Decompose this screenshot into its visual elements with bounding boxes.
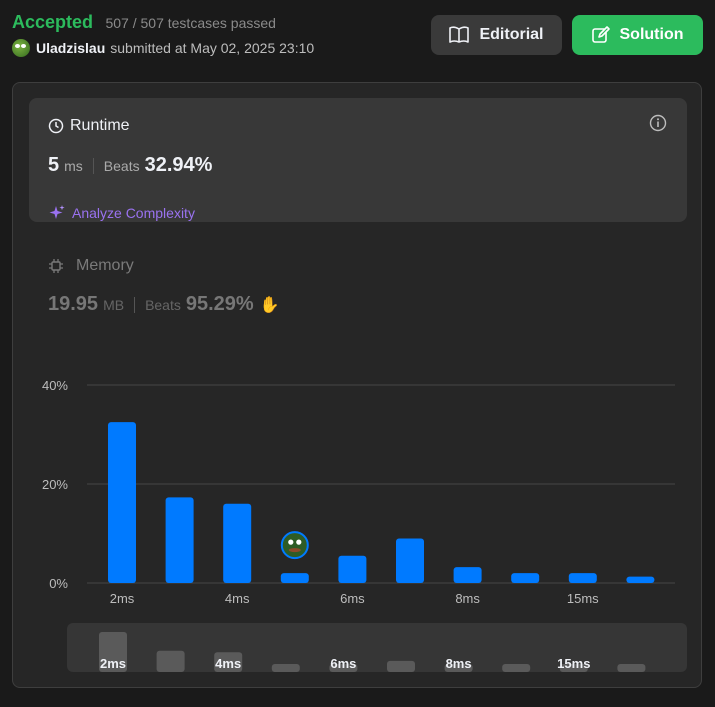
- chart-bar[interactable]: [338, 555, 367, 583]
- x-tick-label: 6ms: [340, 591, 365, 606]
- y-tick-label: 0%: [49, 576, 68, 591]
- chart-bar[interactable]: [108, 422, 136, 583]
- chart-bar[interactable]: [280, 573, 309, 583]
- username-link[interactable]: Uladzislau: [36, 40, 105, 56]
- book-icon: [449, 26, 470, 43]
- chart-bar[interactable]: [223, 503, 252, 583]
- overview-bar: [617, 664, 646, 672]
- result-panel: Runtime 5 ms Beats 32.94% Analyze Comple…: [12, 82, 702, 688]
- solution-button[interactable]: Solution: [572, 15, 703, 55]
- chart-bar[interactable]: [568, 573, 597, 583]
- user-marker-eye: [296, 539, 302, 545]
- edit-icon: [591, 26, 610, 43]
- overview-chart[interactable]: 2ms 4ms 6ms 8ms 15ms: [67, 623, 687, 672]
- y-tick-label: 40%: [42, 378, 68, 393]
- y-tick-label: 20%: [42, 477, 68, 492]
- editorial-label: Editorial: [479, 26, 544, 43]
- overview-tick-label: 2ms: [100, 656, 126, 671]
- user-marker-mouth: [288, 548, 301, 553]
- overview-bar: [271, 664, 300, 672]
- solution-label: Solution: [619, 26, 684, 43]
- x-tick-label: 8ms: [455, 591, 480, 606]
- editorial-button[interactable]: Editorial: [431, 15, 562, 55]
- testcases-count: 507 / 507 testcases passed: [105, 15, 276, 31]
- status-accepted: Accepted: [12, 12, 94, 32]
- chart-bar[interactable]: [396, 538, 424, 583]
- overview-tick-label: 8ms: [446, 656, 472, 671]
- overview-bar: [156, 650, 185, 672]
- x-tick-label: 4ms: [225, 591, 250, 606]
- x-tick-label: 2ms: [110, 591, 135, 606]
- chart-bar[interactable]: [511, 573, 540, 583]
- runtime-distribution-chart[interactable]: 0% 20% 40% 2ms 4ms 6ms 8ms 15ms: [13, 83, 701, 613]
- overview-tick-label: 4ms: [215, 656, 241, 671]
- chart-bar[interactable]: [453, 567, 482, 583]
- distribution-overview[interactable]: 2ms 4ms 6ms 8ms 15ms: [67, 623, 687, 672]
- submitted-at: submitted at May 02, 2025 23:10: [110, 40, 315, 56]
- overview-tick-label: 6ms: [330, 656, 356, 671]
- chart-bar[interactable]: [165, 497, 194, 583]
- user-avatar[interactable]: [12, 39, 30, 57]
- submission-header: Accepted 507 / 507 testcases passed Ulad…: [12, 12, 314, 57]
- user-marker-avatar: [280, 531, 309, 560]
- chart-bar[interactable]: [626, 576, 655, 583]
- user-marker-eye: [288, 539, 294, 545]
- x-tick-label: 15ms: [567, 591, 599, 606]
- overview-bar: [387, 660, 415, 672]
- overview-bar: [502, 664, 531, 672]
- overview-tick-label: 15ms: [557, 656, 590, 671]
